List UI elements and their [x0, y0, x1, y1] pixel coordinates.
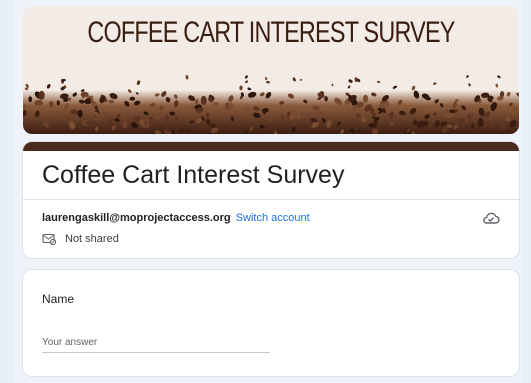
coffee-bean [348, 79, 353, 83]
header-banner: COFFEE CART INTEREST SURVEY [23, 6, 519, 134]
coffee-bean [466, 75, 469, 78]
question-label: Name [42, 292, 75, 306]
coffee-bean [185, 75, 189, 80]
cloud-save-icon[interactable] [481, 208, 501, 228]
coffee-bean [245, 75, 248, 79]
coffee-bean [46, 83, 51, 89]
coffee-bean [77, 109, 83, 118]
coffee-bean [239, 85, 243, 91]
coffee-bean [34, 100, 43, 106]
coffee-bean [245, 80, 248, 84]
coffee-bean [497, 75, 501, 79]
coffee-bean [433, 82, 437, 85]
coffee-bean [299, 78, 303, 81]
coffee-bean [331, 83, 334, 87]
not-shared-status: Not shared [42, 233, 119, 245]
coffee-bean [266, 80, 270, 84]
form-title: Coffee Cart Interest Survey [42, 161, 345, 189]
question-card-name: Name [23, 270, 519, 376]
account-info: laurengaskill@moprojectaccess.org Switch… [42, 212, 310, 224]
account-email: laurengaskill@moprojectaccess.org [42, 212, 231, 224]
coffee-bean [265, 76, 268, 81]
form-header-card: Coffee Cart Interest Survey laurengaskil… [23, 142, 519, 258]
coffee-bean [495, 83, 499, 88]
banner-title: COFFEE CART INTEREST SURVEY [87, 16, 455, 49]
coffee-bean [347, 85, 351, 89]
divider [23, 199, 519, 200]
coffee-bean [292, 77, 296, 82]
accent-bar [23, 142, 519, 151]
coffee-bean [468, 83, 471, 87]
coffee-bean [136, 80, 141, 86]
not-shared-label: Not shared [65, 233, 119, 245]
coffee-bean [28, 96, 33, 103]
not-shared-icon [42, 233, 56, 245]
name-answer-input[interactable] [42, 334, 270, 353]
switch-account-link[interactable]: Switch account [236, 212, 310, 224]
coffee-bean [376, 80, 381, 84]
coffee-beans-image [23, 75, 519, 134]
